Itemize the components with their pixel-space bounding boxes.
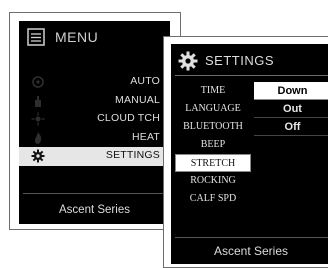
settings-footer-divider: [175, 237, 328, 238]
menu-header: MENU: [25, 28, 165, 48]
menu-footer-brand: Ascent Series: [59, 204, 130, 216]
settings-list: TIME LANGUAGE BLUETOOTH BEEP STRETCH ROC…: [175, 82, 251, 208]
manual-hand-icon: [35, 95, 41, 107]
value-option-off[interactable]: Off: [254, 118, 328, 136]
menu-item-label: AUTO: [130, 75, 160, 87]
menu-item-label: CLOUD TCH: [97, 112, 160, 124]
menu-item-heat[interactable]: HEAT: [19, 129, 170, 148]
menu-title: MENU: [55, 29, 99, 45]
menu-divider: [23, 193, 166, 194]
settings-screen: SETTINGS TIME LANGUAGE BLUETOOTH BEEP ST…: [171, 44, 328, 264]
menu-item-manual[interactable]: MANUAL: [19, 92, 170, 111]
menu-item-label: MANUAL: [115, 93, 160, 106]
menu-item-cloud-tch[interactable]: CLOUD TCH: [19, 110, 170, 129]
menu-item-label: HEAT: [131, 130, 160, 143]
menu-screen: MENU AUTO MANUAL CLOUD TCH HEAT SETTINGS…: [19, 21, 170, 224]
cloud-touch-icon: [31, 112, 45, 126]
settings-item-language[interactable]: LANGUAGE: [175, 100, 251, 118]
stretch-value-list: Down Out Off: [254, 82, 328, 136]
gear-icon: [31, 149, 45, 163]
menu-list: AUTO MANUAL CLOUD TCH HEAT SETTINGS: [19, 73, 170, 166]
settings-item-rocking[interactable]: ROCKING: [175, 172, 251, 190]
menu-item-label: SETTINGS: [105, 149, 160, 161]
menu-item-auto[interactable]: AUTO: [19, 73, 170, 92]
settings-panel: SETTINGS TIME LANGUAGE BLUETOOTH BEEP ST…: [163, 36, 328, 268]
settings-header: SETTINGS: [171, 50, 328, 72]
settings-item-beep[interactable]: BEEP: [175, 136, 251, 154]
auto-icon: [32, 76, 44, 88]
settings-item-stretch[interactable]: STRETCH: [175, 154, 251, 172]
menu-list-icon: [27, 28, 45, 46]
settings-title: SETTINGS: [205, 53, 275, 68]
heat-flame-icon: [34, 131, 42, 144]
settings-item-calf-spd[interactable]: CALF SPD: [175, 190, 251, 208]
settings-item-time[interactable]: TIME: [175, 82, 251, 100]
value-option-out[interactable]: Out: [254, 100, 328, 118]
settings-item-bluetooth[interactable]: BLUETOOTH: [175, 118, 251, 136]
gear-icon: [178, 51, 198, 71]
value-option-down[interactable]: Down: [254, 82, 328, 100]
menu-panel: MENU AUTO MANUAL CLOUD TCH HEAT SETTINGS…: [9, 12, 181, 230]
settings-footer-brand: Ascent Series: [213, 244, 289, 258]
menu-item-settings[interactable]: SETTINGS: [19, 147, 170, 166]
settings-header-divider: [175, 75, 328, 76]
